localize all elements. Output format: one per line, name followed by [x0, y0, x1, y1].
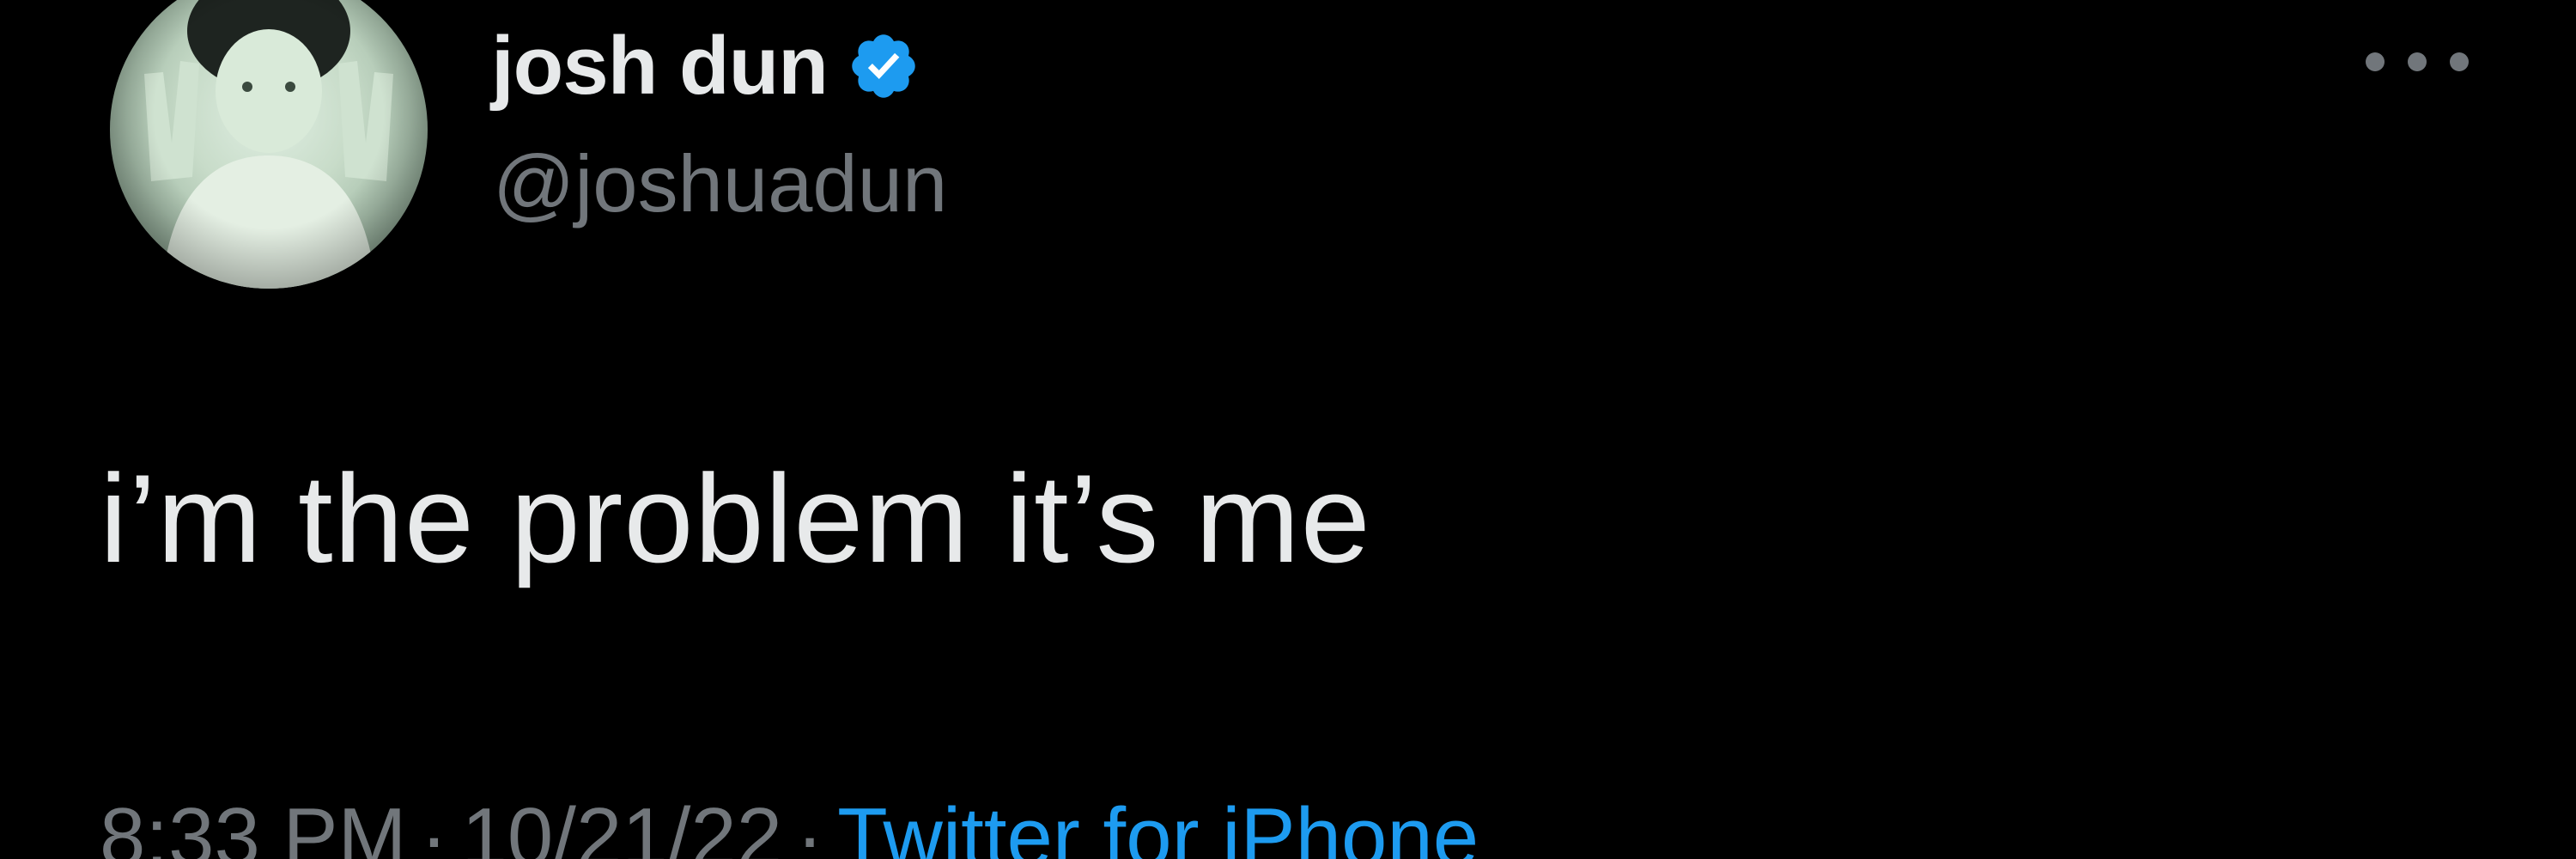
more-options-button[interactable]: [2366, 45, 2469, 79]
tweet-meta: 8:33 PM · 10/21/22 · Twitter for iPhone: [100, 790, 1479, 859]
tweet-text: i’m the problem it’s me: [100, 448, 1371, 588]
display-name[interactable]: josh dun: [491, 19, 829, 113]
more-options-icon: [2366, 52, 2385, 71]
verified-badge-icon: [847, 29, 920, 103]
meta-separator: ·: [796, 791, 824, 859]
tweet-detail: josh dun @joshuadun i’m the problem it’s…: [0, 0, 2576, 859]
avatar-photo-icon: [110, 0, 428, 289]
more-options-icon-dot: [2408, 52, 2427, 71]
user-handle[interactable]: @joshuadun: [493, 137, 947, 230]
meta-separator: ·: [420, 791, 448, 859]
tweet-time[interactable]: 8:33 PM: [100, 791, 407, 859]
tweet-source-link[interactable]: Twitter for iPhone: [837, 791, 1479, 859]
more-options-icon-dot: [2450, 52, 2469, 71]
avatar[interactable]: [110, 0, 428, 289]
tweet-date[interactable]: 10/21/22: [461, 791, 782, 859]
author-name-row: josh dun: [491, 10, 920, 122]
